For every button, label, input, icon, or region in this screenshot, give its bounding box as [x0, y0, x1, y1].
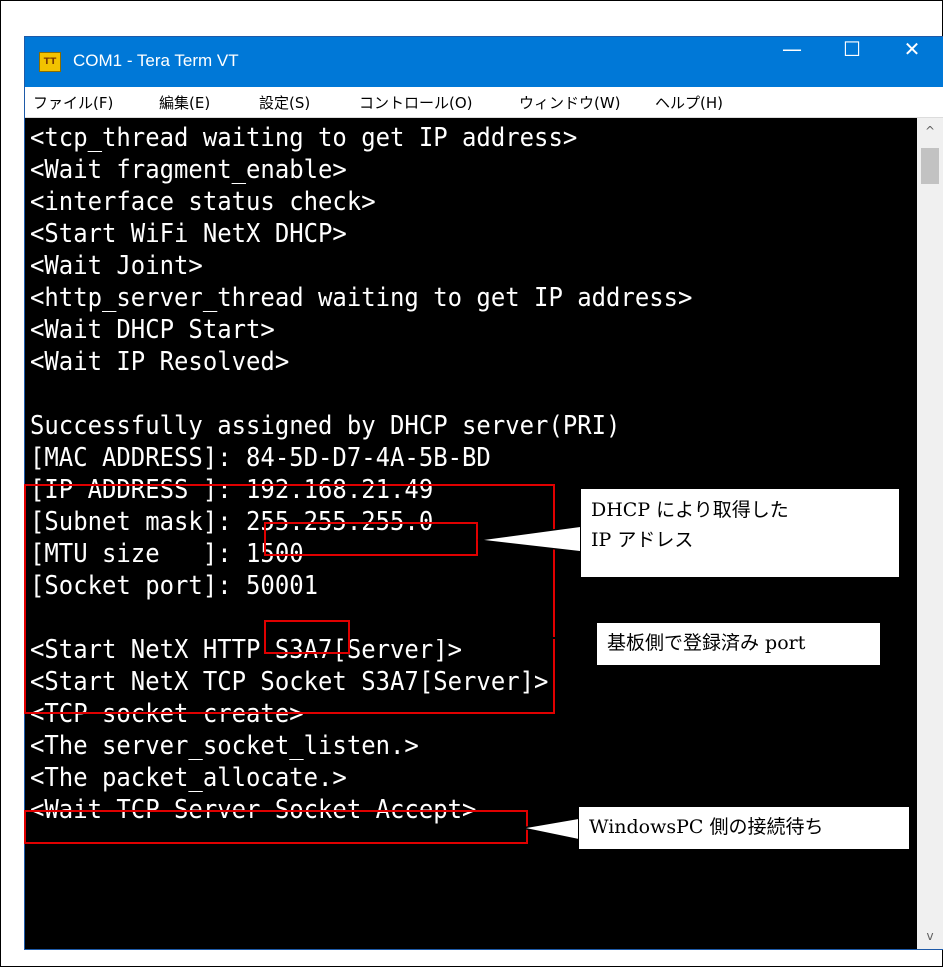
callout-waiting-connection: WindowsPC 側の接続待ち — [578, 806, 910, 850]
callout-waiting-connection-text: WindowsPC 側の接続待ち — [589, 816, 824, 838]
